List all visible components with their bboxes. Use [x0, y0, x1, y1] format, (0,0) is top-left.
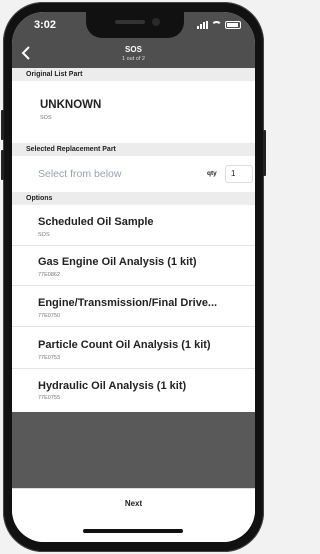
qty-input[interactable]: 1	[225, 165, 253, 183]
option-code: 77E0753	[38, 355, 61, 361]
device-notch	[86, 12, 184, 38]
list-item[interactable]: Scheduled Oil Sample SOS	[12, 205, 255, 246]
option-code: 77E0755	[38, 395, 61, 401]
status-icons	[197, 21, 241, 29]
option-title: Engine/Transmission/Final Drive...	[38, 297, 218, 309]
status-time: 3:02	[34, 19, 57, 31]
front-camera	[152, 18, 160, 26]
replacement-part-header: Selected Replacement Part	[12, 143, 255, 156]
options-header: Options	[12, 192, 255, 205]
battery-icon	[225, 21, 241, 29]
home-indicator	[83, 529, 183, 533]
power-button	[263, 130, 266, 176]
option-code: 77E0750	[38, 313, 61, 319]
original-part-name: UNKNOWN	[40, 99, 102, 111]
option-title: Gas Engine Oil Analysis (1 kit)	[38, 256, 197, 268]
page-subtitle: 1 out of 2	[122, 56, 145, 62]
volume-button	[1, 150, 4, 180]
option-title: Hydraulic Oil Analysis (1 kit)	[38, 380, 187, 392]
wifi-icon	[211, 21, 222, 29]
list-item[interactable]: Engine/Transmission/Final Drive... 77E07…	[12, 286, 255, 327]
replacement-part-row[interactable]: Select from below qty 1	[12, 156, 255, 192]
option-code: SOS	[38, 232, 50, 238]
navigation-bar: SOS 1 out of 2	[12, 42, 255, 68]
original-part-code: SOS	[40, 115, 52, 121]
volume-button	[1, 110, 4, 140]
option-title: Particle Count Oil Analysis (1 kit)	[38, 339, 211, 351]
list-item[interactable]: Hydraulic Oil Analysis (1 kit) 77E0755	[12, 369, 255, 412]
original-part-header: Original List Part	[12, 68, 255, 81]
empty-list-area	[12, 412, 255, 488]
list-item[interactable]: Particle Count Oil Analysis (1 kit) 77E0…	[12, 327, 255, 369]
page-title: SOS	[125, 45, 142, 54]
replacement-placeholder: Select from below	[38, 168, 122, 180]
option-title: Scheduled Oil Sample	[38, 216, 154, 228]
original-part-row: UNKNOWN SOS	[12, 81, 255, 143]
cellular-signal-icon	[197, 21, 208, 29]
option-code: 77E0862	[38, 272, 61, 278]
speaker-grille	[115, 20, 145, 24]
list-item[interactable]: Gas Engine Oil Analysis (1 kit) 77E0862	[12, 246, 255, 286]
app-screen: 3:02 SOS 1 out of 2 Original List Part U…	[12, 12, 255, 542]
qty-label: qty	[207, 170, 217, 177]
next-button[interactable]: Next	[12, 499, 255, 508]
footer-bar: Next	[12, 488, 255, 542]
